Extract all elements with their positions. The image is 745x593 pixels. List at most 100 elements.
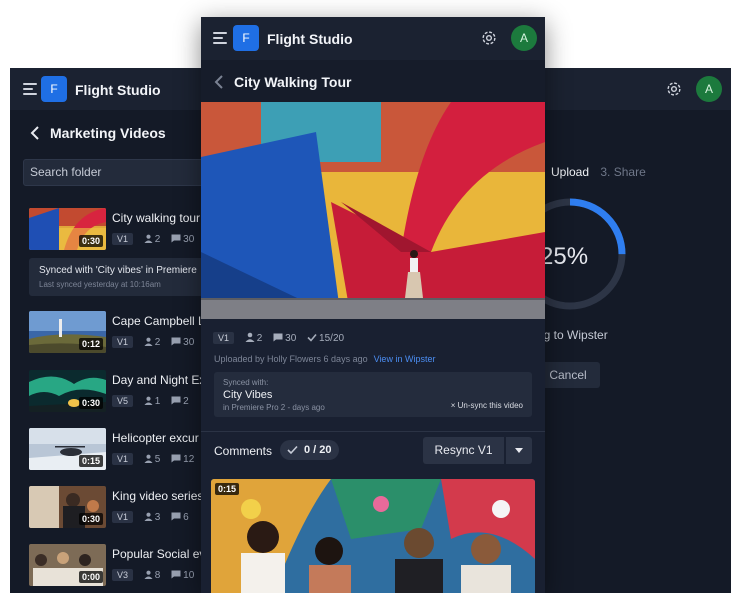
comments-count-pill: 0 / 20 bbox=[280, 440, 339, 460]
video-meta: V1 5 12 bbox=[112, 453, 202, 465]
sync-note: Synced with 'City vibes' in Premiere Las… bbox=[29, 258, 229, 296]
app-logo: F bbox=[41, 76, 67, 102]
comment-count: 30 bbox=[183, 234, 195, 245]
video-thumbnail: 0:00 bbox=[29, 544, 106, 586]
sync-label: Synced with: bbox=[223, 378, 269, 387]
video-row[interactable]: 0:30 City walking tour V1 2 30 bbox=[29, 208, 229, 254]
comment-count: 12 bbox=[183, 454, 195, 465]
comment-icon bbox=[171, 570, 181, 579]
comment-icon bbox=[171, 396, 181, 405]
video-name: Day and Night Ex bbox=[112, 373, 206, 387]
duration-badge: 0:12 bbox=[78, 338, 103, 350]
comments-count: 0 / 20 bbox=[304, 444, 332, 456]
step-upload: Upload bbox=[551, 165, 590, 179]
resync-dropdown[interactable] bbox=[506, 437, 532, 464]
unsync-button[interactable]: × Un-sync this video bbox=[451, 401, 523, 410]
comment-video-thumbnail[interactable]: 0:15 bbox=[211, 479, 535, 593]
video-meta: V3 8 10 bbox=[112, 569, 202, 581]
hamburger-icon[interactable] bbox=[23, 83, 37, 95]
app-title: Flight Studio bbox=[75, 82, 161, 98]
duration-badge: 0:30 bbox=[78, 397, 103, 409]
video-thumbnail: 0:15 bbox=[29, 428, 106, 470]
gear-icon[interactable] bbox=[665, 80, 683, 98]
video-meta: V1 2 30 bbox=[112, 336, 202, 348]
chevron-left-icon[interactable] bbox=[30, 126, 40, 140]
person-icon bbox=[144, 337, 153, 346]
search-input[interactable]: Search folder bbox=[23, 159, 223, 186]
comments-bar: Comments 0 / 20 Resync V1 bbox=[201, 432, 545, 471]
version-badge: V1 bbox=[213, 332, 235, 344]
duration-badge: 0:15 bbox=[215, 483, 240, 495]
app-logo: F bbox=[233, 25, 259, 51]
people-count: 3 bbox=[154, 512, 161, 523]
comment-count: 6 bbox=[183, 512, 189, 523]
video-row[interactable]: 0:30 Day and Night Ex V5 1 2 bbox=[29, 370, 229, 416]
person-icon bbox=[245, 332, 255, 342]
cancel-button[interactable]: Cancel bbox=[536, 362, 600, 388]
app-title: Flight Studio bbox=[267, 31, 353, 47]
video-meta: V1 3 6 bbox=[112, 511, 197, 523]
check-icon bbox=[287, 445, 298, 455]
duration-badge: 0:00 bbox=[78, 571, 103, 583]
gear-icon[interactable] bbox=[480, 29, 498, 47]
sync-note-text: Synced with 'City vibes' in Premiere bbox=[39, 265, 197, 276]
avatar[interactable]: A bbox=[511, 25, 537, 51]
comment-count: 10 bbox=[183, 570, 195, 581]
progress-percent: 25% bbox=[540, 243, 589, 270]
video-name: Cape Campbell L bbox=[112, 314, 205, 328]
person-icon bbox=[144, 234, 153, 243]
video-name: City walking tour bbox=[112, 211, 201, 225]
video-row[interactable]: 0:00 Popular Social ev V3 8 10 bbox=[29, 544, 229, 590]
person-icon bbox=[144, 570, 153, 579]
video-name: Popular Social ev bbox=[112, 547, 206, 561]
comments-label: Comments bbox=[214, 444, 273, 458]
people-count: 2 bbox=[256, 333, 263, 344]
duration-badge: 0:15 bbox=[78, 455, 103, 467]
progress-status: ng to Wipster bbox=[537, 328, 608, 342]
version-badge: V3 bbox=[112, 569, 134, 581]
approval-count: 15/20 bbox=[319, 333, 345, 344]
top-bar: F Flight Studio A bbox=[201, 17, 545, 60]
people-count: 5 bbox=[154, 454, 161, 465]
video-row[interactable]: 0:15 Helicopter excur V1 5 12 bbox=[29, 428, 229, 474]
people-count: 1 bbox=[154, 396, 161, 407]
person-icon bbox=[144, 512, 153, 521]
check-icon bbox=[307, 333, 317, 342]
hamburger-icon[interactable] bbox=[213, 32, 227, 44]
video-name: King video series bbox=[112, 489, 204, 503]
comment-icon bbox=[171, 454, 181, 463]
sync-note-time: Last synced yesterday at 10:16am bbox=[39, 280, 161, 289]
video-row[interactable]: 0:30 King video series V1 3 6 bbox=[29, 486, 229, 532]
sync-name: City Vibes bbox=[223, 389, 273, 401]
duration-badge: 0:30 bbox=[78, 235, 103, 247]
comment-count: 30 bbox=[285, 333, 297, 344]
folder-title: Marketing Videos bbox=[50, 125, 166, 141]
video-player[interactable] bbox=[201, 102, 545, 319]
front-panel: F Flight Studio A City Walking Tour V1 2… bbox=[201, 17, 545, 593]
upload-steps: Upload 3. Share bbox=[551, 165, 646, 179]
video-meta: V1 2 30 bbox=[112, 233, 202, 245]
comment-count: 30 bbox=[183, 337, 195, 348]
version-badge: V5 bbox=[112, 395, 134, 407]
resync-button[interactable]: Resync V1 bbox=[423, 437, 504, 464]
duration-badge: 0:30 bbox=[78, 513, 103, 525]
uploaded-by: Uploaded by Holly Flowers 6 days ago bbox=[214, 354, 368, 364]
version-badge: V1 bbox=[112, 511, 134, 523]
sync-detail: in Premiere Pro 2 - days ago bbox=[223, 403, 325, 412]
comment-icon bbox=[273, 333, 283, 342]
sync-box: Synced with: City Vibes in Premiere Pro … bbox=[214, 372, 532, 417]
version-badge: V1 bbox=[112, 233, 134, 245]
comment-icon bbox=[171, 337, 181, 346]
step-share: 3. Share bbox=[600, 165, 646, 179]
video-meta: V5 1 2 bbox=[112, 395, 197, 407]
person-icon bbox=[144, 454, 153, 463]
view-in-wipster-link[interactable]: View in Wipster bbox=[374, 354, 436, 364]
video-name: Helicopter excur bbox=[112, 431, 199, 445]
upload-info: Uploaded by Holly Flowers 6 days ago View… bbox=[214, 354, 435, 364]
avatar[interactable]: A bbox=[696, 76, 722, 102]
chevron-left-icon[interactable] bbox=[214, 75, 224, 89]
comment-count: 2 bbox=[183, 396, 189, 407]
comment-icon bbox=[171, 234, 181, 243]
video-row[interactable]: 0:12 Cape Campbell L V1 2 30 bbox=[29, 311, 229, 357]
people-count: 2 bbox=[154, 234, 161, 245]
